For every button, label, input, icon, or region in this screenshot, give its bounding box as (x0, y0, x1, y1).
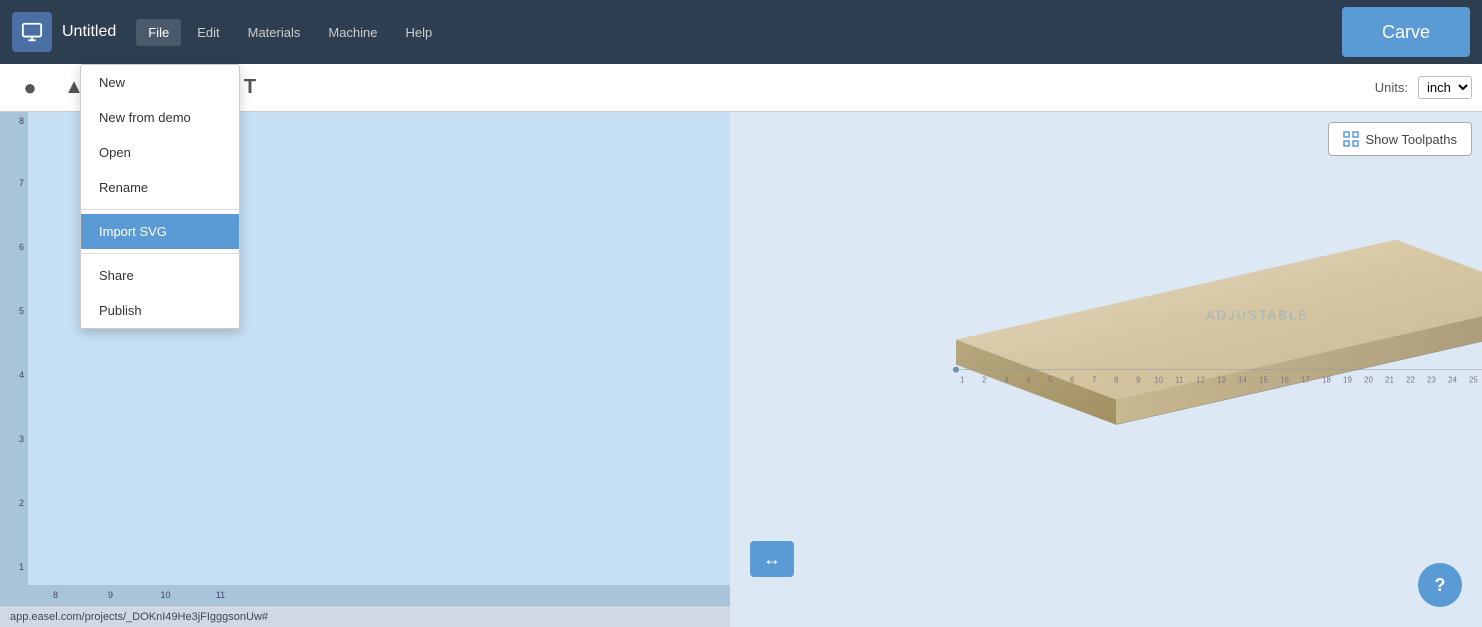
svg-text:21: 21 (1385, 375, 1394, 384)
ruler-h-tick-11: 11 (193, 590, 248, 600)
menu-bar: File Edit Materials Machine Help (136, 19, 1342, 46)
status-bar: app.easel.com/projects/_DOKnI49He3jFIggg… (0, 605, 730, 627)
svg-text:19: 19 (1343, 375, 1352, 384)
dropdown-divider-2 (81, 253, 239, 254)
svg-text:7: 7 (1092, 375, 1097, 384)
svg-text:25: 25 (1469, 375, 1478, 384)
ruler-v-tick-5: 5 (19, 306, 24, 316)
arrow-button[interactable]: ↔ (750, 541, 794, 577)
svg-text:20: 20 (1364, 375, 1373, 384)
ruler-h-tick-8: 8 (28, 590, 83, 600)
ruler-v-tick-1: 1 (19, 562, 24, 572)
svg-text:12: 12 (1196, 375, 1205, 384)
corner-dot-bl (953, 366, 959, 372)
dropdown-share[interactable]: Share (81, 258, 239, 293)
units-label: Units: (1375, 80, 1408, 95)
ruler-v-tick-4: 4 (19, 370, 24, 380)
svg-text:5: 5 (1048, 375, 1053, 384)
ruler-h-tick-9: 9 (83, 590, 138, 600)
ruler-v-tick-2: 2 (19, 498, 24, 508)
svg-text:16: 16 (1280, 375, 1289, 384)
svg-text:17: 17 (1301, 375, 1310, 384)
menu-materials[interactable]: Materials (236, 19, 313, 46)
carve-button[interactable]: Carve (1342, 7, 1470, 57)
svg-text:18: 18 (1322, 375, 1331, 384)
svg-text:24: 24 (1448, 375, 1457, 384)
ruler-v-tick-8: 8 (19, 116, 24, 126)
svg-text:14: 14 (1238, 375, 1247, 384)
wood-label-text: ADJUSTABLE (1206, 307, 1309, 322)
dropdown-import-svg[interactable]: Import SVG (81, 214, 239, 249)
dropdown-publish[interactable]: Publish (81, 293, 239, 328)
dropdown-rename[interactable]: Rename (81, 170, 239, 205)
file-dropdown: New New from demo Open Rename Import SVG… (80, 64, 240, 329)
menu-help[interactable]: Help (394, 19, 445, 46)
svg-text:10: 10 (1154, 375, 1163, 384)
svg-text:4: 4 (1026, 375, 1031, 384)
menu-edit[interactable]: Edit (185, 19, 231, 46)
svg-text:13: 13 (1217, 375, 1226, 384)
ruler-v-tick-7: 7 (19, 178, 24, 188)
dropdown-new-from-demo[interactable]: New from demo (81, 100, 239, 135)
menu-machine[interactable]: Machine (316, 19, 389, 46)
svg-text:23: 23 (1427, 375, 1436, 384)
svg-text:8: 8 (1114, 375, 1119, 384)
dropdown-divider-1 (81, 209, 239, 210)
svg-text:22: 22 (1406, 375, 1415, 384)
ruler-h-tick-10: 10 (138, 590, 193, 600)
dropdown-new[interactable]: New (81, 65, 239, 100)
svg-text:6: 6 (1070, 375, 1075, 384)
right-section: Show Toolpaths (730, 112, 1482, 627)
app-icon (12, 12, 52, 52)
svg-text:11: 11 (1175, 375, 1184, 384)
app-layout: Untitled File Edit Materials Machine Hel… (0, 0, 1482, 627)
circle-tool-button[interactable]: ● (10, 70, 50, 106)
svg-text:2: 2 (982, 375, 987, 384)
svg-text:9: 9 (1136, 375, 1141, 384)
horizontal-ruler: 8 9 10 11 (0, 585, 730, 605)
ruler-v-tick-6: 6 (19, 242, 24, 252)
chat-icon: ? (1435, 575, 1446, 596)
wood-3d-view: ADJUSTABLE 1 2 3 4 5 6 7 8 9 10 11 12 13 (896, 139, 1482, 619)
vertical-ruler: 8 7 6 5 4 3 2 1 (0, 112, 28, 585)
app-title: Untitled (62, 23, 116, 41)
svg-text:3: 3 (1004, 375, 1009, 384)
topbar: Untitled File Edit Materials Machine Hel… (0, 0, 1482, 64)
svg-text:1: 1 (960, 375, 965, 384)
svg-text:15: 15 (1259, 375, 1268, 384)
status-url: app.easel.com/projects/_DOKnI49He3jFIggg… (10, 611, 268, 623)
dropdown-open[interactable]: Open (81, 135, 239, 170)
ruler-v-tick-3: 3 (19, 434, 24, 444)
arrow-icon: ↔ (763, 549, 781, 570)
units-select[interactable]: inch mm (1418, 76, 1472, 99)
monitor-icon (21, 21, 43, 43)
chat-button[interactable]: ? (1418, 563, 1462, 607)
menu-file[interactable]: File (136, 19, 181, 46)
